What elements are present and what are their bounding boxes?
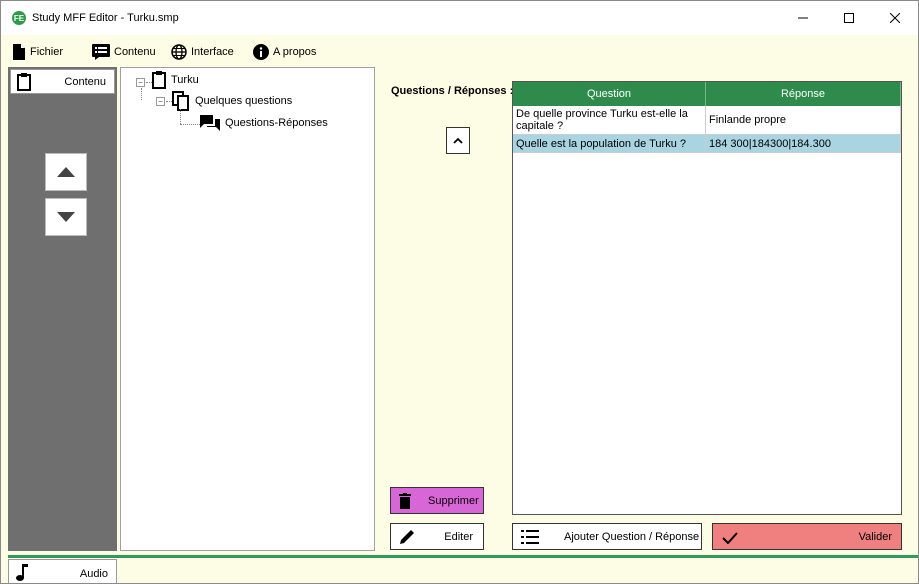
edit-button-label: Editer bbox=[444, 531, 473, 543]
clipboard-icon bbox=[152, 71, 166, 89]
sidebar-tab-label: Contenu bbox=[64, 76, 106, 88]
left-sidebar: Contenu bbox=[8, 67, 117, 551]
menu-interface[interactable]: Interface bbox=[171, 42, 234, 62]
table-row[interactable]: De quelle province Turku est-elle la cap… bbox=[513, 106, 901, 135]
tree-collapse-child[interactable]: − bbox=[156, 97, 165, 106]
tree-node-questions-reponses[interactable]: Questions-Réponses bbox=[200, 115, 328, 131]
tree-root-label: Turku bbox=[171, 74, 199, 86]
minimize-button[interactable] bbox=[780, 1, 826, 35]
file-icon bbox=[13, 44, 25, 60]
tree-node-root[interactable]: Turku bbox=[152, 71, 199, 89]
list-bullets-icon bbox=[521, 530, 539, 544]
chevron-up-icon bbox=[453, 137, 463, 144]
checkmark-icon bbox=[722, 532, 738, 544]
app-window: FE Study MFF Editor - Turku.smp Fichier … bbox=[0, 0, 919, 584]
cell-question[interactable]: Quelle est la population de Turku ? bbox=[513, 135, 706, 152]
delete-button[interactable]: Supprimer bbox=[390, 487, 484, 514]
triangle-up-icon bbox=[57, 167, 75, 177]
tree-leaf-label: Questions-Réponses bbox=[225, 117, 328, 129]
menu-contenu[interactable]: Contenu bbox=[92, 42, 156, 62]
clipboard-icon bbox=[17, 73, 31, 91]
title-bar[interactable]: FE Study MFF Editor - Turku.smp bbox=[1, 1, 918, 35]
info-icon bbox=[253, 44, 269, 60]
sidebar-tab-audio[interactable]: Audio bbox=[8, 559, 117, 583]
trash-icon bbox=[399, 493, 411, 509]
audio-tab-label: Audio bbox=[79, 568, 108, 580]
add-question-button-label: Ajouter Question / Réponse bbox=[564, 531, 700, 543]
cell-reponse[interactable]: 184 300|184300|184.300 bbox=[706, 135, 901, 152]
chat-bubbles-icon bbox=[200, 115, 220, 131]
cell-question[interactable]: De quelle province Turku est-elle la cap… bbox=[513, 106, 706, 134]
menu-apropos[interactable]: A propos bbox=[253, 42, 316, 62]
qa-grid[interactable]: Question Réponse De quelle province Turk… bbox=[512, 81, 902, 515]
grid-header: Question Réponse bbox=[513, 82, 901, 106]
edit-button[interactable]: Editer bbox=[390, 523, 484, 550]
validate-button[interactable]: Valider bbox=[712, 523, 902, 550]
menu-apropos-label: A propos bbox=[273, 46, 317, 58]
column-header-reponse[interactable]: Réponse bbox=[706, 82, 901, 106]
questions-reponses-label: Questions / Réponses : bbox=[391, 85, 514, 97]
menu-interface-label: Interface bbox=[191, 46, 234, 58]
maximize-icon bbox=[844, 13, 854, 23]
delete-button-label: Supprimer bbox=[428, 495, 479, 507]
tree-child-label: Quelques questions bbox=[195, 95, 293, 107]
move-item-down-button[interactable] bbox=[45, 198, 87, 236]
cell-reponse[interactable]: Finlande propre bbox=[706, 106, 901, 134]
menu-bar: Fichier Contenu Interface A propos bbox=[1, 39, 918, 63]
menu-fichier[interactable]: Fichier bbox=[12, 42, 63, 62]
column-header-question[interactable]: Question bbox=[513, 82, 706, 106]
content-tree[interactable]: − Turku − Quelques questions Questions-R… bbox=[120, 67, 375, 551]
sidebar-tab-contenu[interactable]: Contenu bbox=[10, 69, 115, 94]
move-row-up-button[interactable] bbox=[446, 127, 470, 154]
copy-icon bbox=[172, 91, 189, 111]
tree-node-quelques-questions[interactable]: Quelques questions bbox=[172, 91, 292, 111]
triangle-down-icon bbox=[57, 212, 75, 222]
menu-fichier-label: Fichier bbox=[30, 46, 64, 58]
validate-button-label: Valider bbox=[858, 531, 892, 543]
menu-contenu-label: Contenu bbox=[114, 46, 156, 58]
tree-collapse-root[interactable]: − bbox=[136, 78, 145, 87]
add-question-button[interactable]: Ajouter Question / Réponse bbox=[512, 523, 702, 550]
window-title: Study MFF Editor - Turku.smp bbox=[32, 12, 179, 24]
music-note-icon bbox=[16, 564, 28, 581]
close-icon bbox=[890, 13, 900, 23]
close-button[interactable] bbox=[872, 1, 918, 35]
app-logo-icon: FE bbox=[12, 11, 26, 25]
pencil-icon bbox=[400, 530, 414, 544]
separator-line bbox=[8, 555, 918, 558]
table-row-selected[interactable]: Quelle est la population de Turku ? 184 … bbox=[513, 135, 901, 153]
globe-icon bbox=[171, 44, 187, 60]
minimize-icon bbox=[798, 17, 808, 19]
move-item-up-button[interactable] bbox=[45, 153, 87, 191]
maximize-button[interactable] bbox=[826, 1, 872, 35]
list-icon bbox=[92, 44, 110, 60]
